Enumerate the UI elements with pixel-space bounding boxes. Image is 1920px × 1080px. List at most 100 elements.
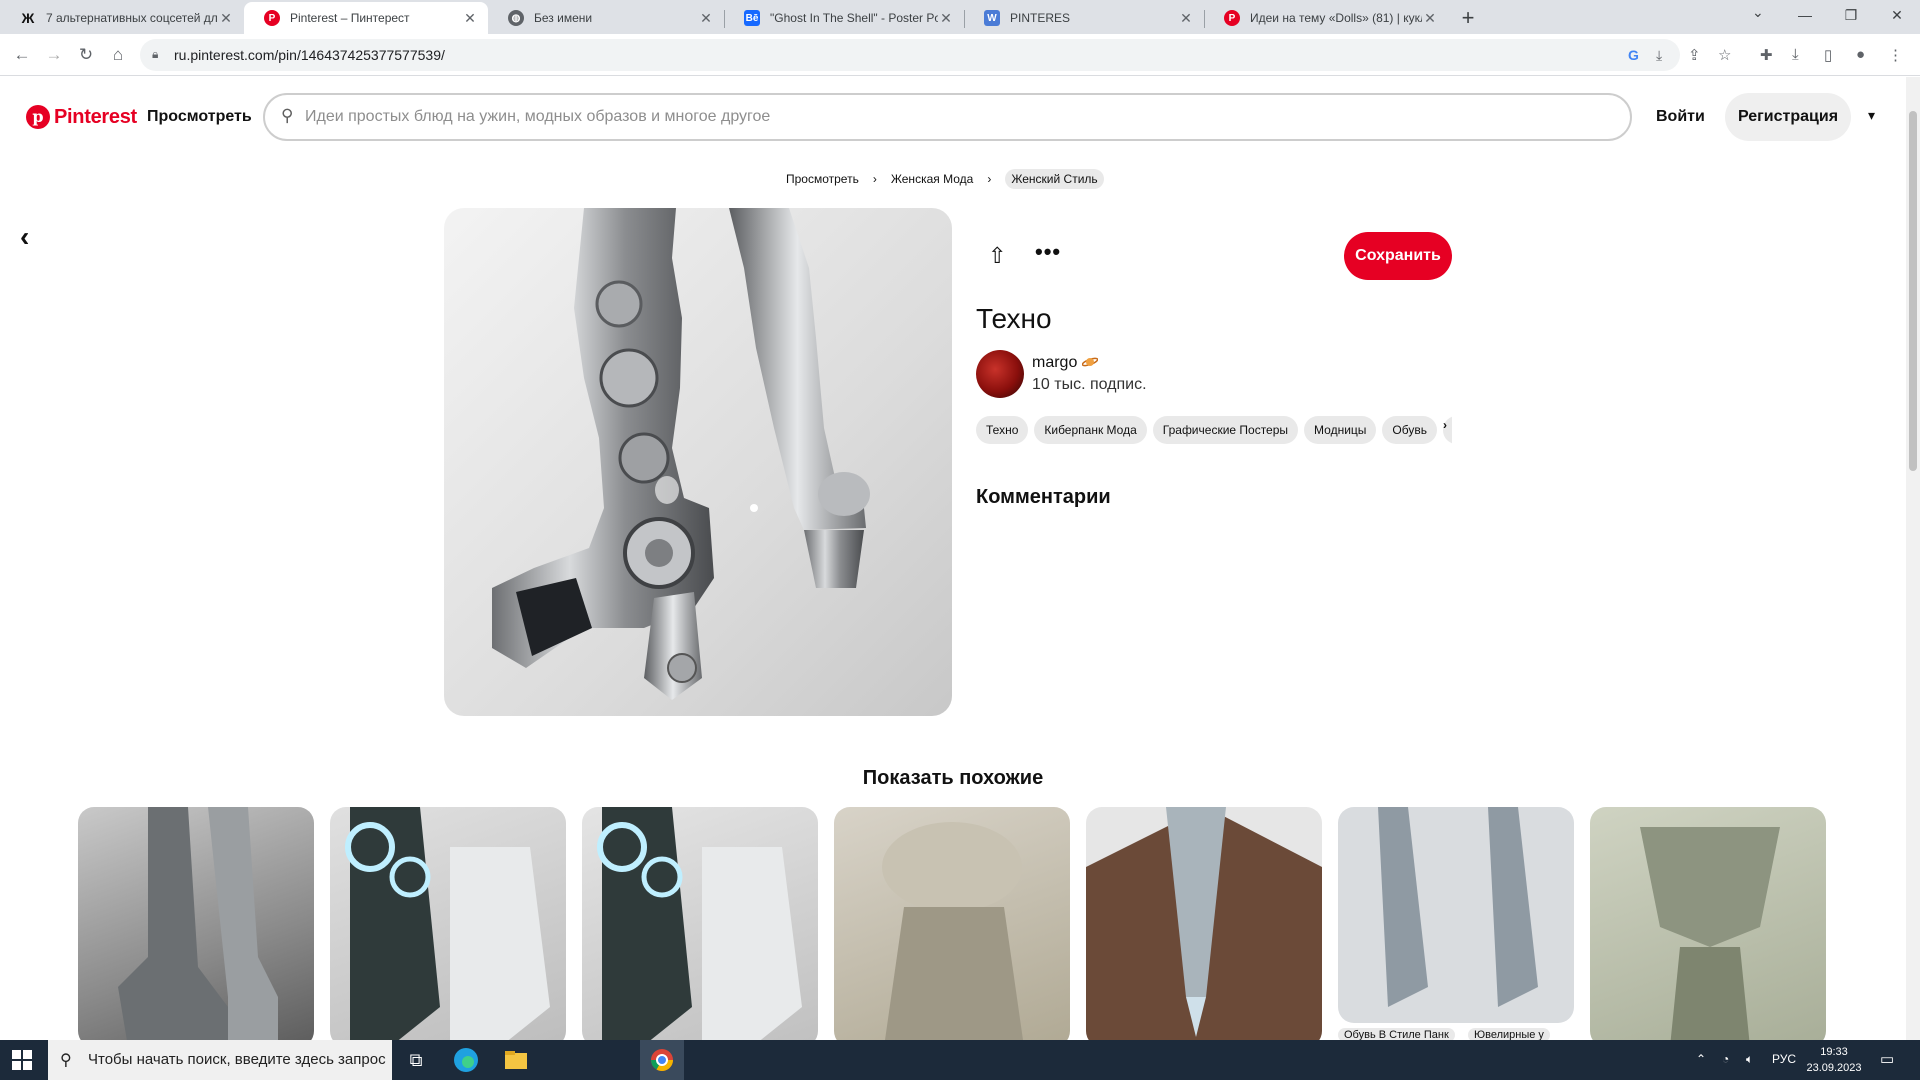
new-tab-button[interactable]: + — [1454, 4, 1482, 32]
scrollbar-thumb[interactable] — [1909, 111, 1917, 471]
home-icon[interactable]: ⌂ — [106, 44, 130, 66]
pin-title: Техно — [976, 303, 1052, 334]
robotic-boots-illustration — [492, 208, 870, 700]
pin-card-image — [1086, 807, 1322, 1040]
close-icon[interactable]: ✕ — [698, 10, 714, 27]
register-button[interactable]: Регистрация — [1725, 93, 1851, 141]
pin-card[interactable] — [834, 807, 1070, 1040]
chevron-right-icon: › — [987, 172, 992, 186]
browser-tab[interactable]: P Идеи на тему «Dolls» (81) | кукл ✕ — [1204, 2, 1448, 34]
back-arrow-icon[interactable]: ‹ — [20, 221, 29, 253]
tag-chip[interactable]: Киберпанк Мода — [1034, 416, 1147, 444]
browse-link[interactable]: Просмотреть — [147, 108, 252, 126]
browser-tab[interactable]: Bē "Ghost In The Shell" - Poster Pos ✕ — [724, 2, 964, 34]
network-icon[interactable]: ◔ — [1722, 1052, 1729, 1066]
breadcrumb-item[interactable]: Женская Мода — [891, 172, 973, 186]
pin-card[interactable] — [330, 807, 566, 1040]
browser-tab-active[interactable]: P Pinterest – Пинтерест ✕ — [244, 2, 488, 34]
file-explorer-icon[interactable] — [500, 1044, 532, 1076]
card-tag[interactable]: Обувь В Стиле Панк — [1338, 1028, 1455, 1040]
pin-card-image — [882, 822, 1023, 1040]
card-tag[interactable]: Ювелирные у — [1468, 1028, 1550, 1040]
globe-icon: ◍ — [508, 10, 524, 26]
tray-chevron-up-icon[interactable]: ⌃ — [1696, 1052, 1706, 1066]
save-button[interactable]: Сохранить — [1344, 232, 1452, 280]
pin-card[interactable] — [582, 807, 818, 1040]
window-controls: — ❐ ✕ — [1782, 0, 1920, 34]
browser-tab[interactable]: Ж 7 альтернативных соцсетей для ✕ — [0, 2, 244, 34]
tag-chip[interactable]: Модницы — [1304, 416, 1377, 444]
close-icon[interactable]: ✕ — [1422, 10, 1438, 27]
pinterest-page: p Pinterest Просмотреть ⚲ Войти Регистра… — [0, 77, 1906, 1040]
tag-chip[interactable]: Техно — [976, 416, 1029, 444]
bookmark-star-icon[interactable]: ☆ — [1718, 46, 1731, 64]
share-icon[interactable]: ⇧ — [988, 243, 1006, 269]
pinterest-logo[interactable]: p Pinterest — [26, 105, 137, 129]
browser-tab[interactable]: W PINTERES ✕ — [964, 2, 1204, 34]
login-button[interactable]: Войти — [1656, 108, 1705, 126]
chevron-right-icon[interactable]: › — [1443, 418, 1447, 432]
forward-icon[interactable]: → — [42, 44, 66, 66]
tab-title: Идеи на тему «Dolls» (81) | кукл — [1250, 11, 1422, 25]
volume-icon[interactable]: 🔈︎ — [1746, 1052, 1753, 1067]
breadcrumb-item[interactable]: Просмотреть — [786, 172, 859, 186]
pin-image[interactable] — [444, 208, 952, 716]
close-icon[interactable]: ✕ — [462, 10, 478, 27]
lock-icon: 🔒︎ — [152, 47, 159, 61]
search-icon: ⚲ — [60, 1052, 72, 1069]
planet-emoji-icon — [1082, 357, 1098, 367]
search-box[interactable]: ⚲ — [263, 93, 1632, 141]
pin-card-image — [345, 807, 550, 1040]
page-scrollbar[interactable] — [1906, 77, 1920, 1040]
pin-card[interactable] — [1086, 807, 1322, 1040]
minimize-icon[interactable]: — — [1782, 0, 1828, 30]
pin-card[interactable] — [78, 807, 314, 1040]
taskbar-search[interactable]: ⚲ Чтобы начать поиск, введите здесь запр… — [48, 1040, 392, 1080]
breadcrumb-item-current[interactable]: Женский Стиль — [1005, 169, 1104, 189]
pin-card[interactable] — [1338, 807, 1574, 1023]
menu-dots-icon[interactable]: ⋮ — [1888, 46, 1903, 64]
extensions-icon[interactable]: ✚ — [1760, 46, 1773, 64]
share-page-icon[interactable]: ⇪ — [1688, 46, 1701, 64]
window-close-icon[interactable]: ✕ — [1874, 0, 1920, 30]
downloads-icon[interactable]: ⤓ — [1792, 46, 1799, 63]
address-bar[interactable]: 🔒︎ ru.pinterest.com/pin/1464374253775775… — [140, 39, 1680, 71]
breadcrumb: Просмотреть › Женская Мода › Женский Сти… — [786, 169, 1104, 189]
pin-card[interactable] — [1590, 807, 1826, 1040]
pinterest-logo-icon: p — [26, 105, 50, 129]
chevron-right-icon: › — [872, 172, 877, 186]
install-icon[interactable]: ⤓ — [1656, 47, 1662, 64]
clock-date: 23.09.2023 — [1806, 1062, 1862, 1074]
browser-tab[interactable]: ◍ Без имени ✕ — [488, 2, 724, 34]
language-indicator[interactable]: РУС — [1772, 1052, 1796, 1066]
more-options-icon[interactable]: ••• — [1035, 239, 1061, 265]
restore-icon[interactable]: ❐ — [1828, 0, 1874, 30]
pin-card-image — [1378, 807, 1538, 1007]
side-panel-icon[interactable]: ▯ — [1824, 46, 1832, 64]
google-icon[interactable]: G — [1628, 47, 1639, 63]
tag-chip[interactable]: Графические Постеры — [1152, 416, 1299, 444]
clock[interactable]: 19:33 23.09.2023 — [1806, 1044, 1862, 1076]
chevron-down-icon[interactable]: ▾ — [1868, 107, 1875, 124]
edge-icon[interactable] — [450, 1044, 482, 1076]
pin-card-image — [1640, 827, 1780, 1040]
notifications-icon[interactable]: ▭ — [1880, 1050, 1894, 1068]
close-icon[interactable]: ✕ — [218, 10, 234, 27]
pinterest-icon: P — [1224, 10, 1240, 26]
avatar[interactable] — [976, 350, 1024, 398]
close-icon[interactable]: ✕ — [1178, 10, 1194, 27]
author-name[interactable]: margo — [1032, 354, 1077, 372]
browser-toolbar: ← → ↻ ⌂ 🔒︎ ru.pinterest.com/pin/14643742… — [0, 34, 1920, 76]
clock-time: 19:33 — [1820, 1046, 1848, 1058]
tag-chip[interactable]: Обувь — [1382, 416, 1437, 444]
back-icon[interactable]: ← — [10, 44, 34, 66]
task-view-icon[interactable]: ⧉ — [400, 1044, 432, 1076]
tab-search-chevron-icon[interactable]: ⌄ — [1752, 4, 1764, 21]
profile-icon[interactable]: ● — [1856, 46, 1865, 63]
close-icon[interactable]: ✕ — [938, 10, 954, 27]
reload-icon[interactable]: ↻ — [74, 44, 98, 66]
tab-title: 7 альтернативных соцсетей для — [46, 11, 218, 25]
windows-start-icon[interactable] — [12, 1050, 32, 1070]
chrome-taskbar-icon[interactable] — [640, 1040, 684, 1080]
search-input[interactable] — [305, 105, 1605, 129]
